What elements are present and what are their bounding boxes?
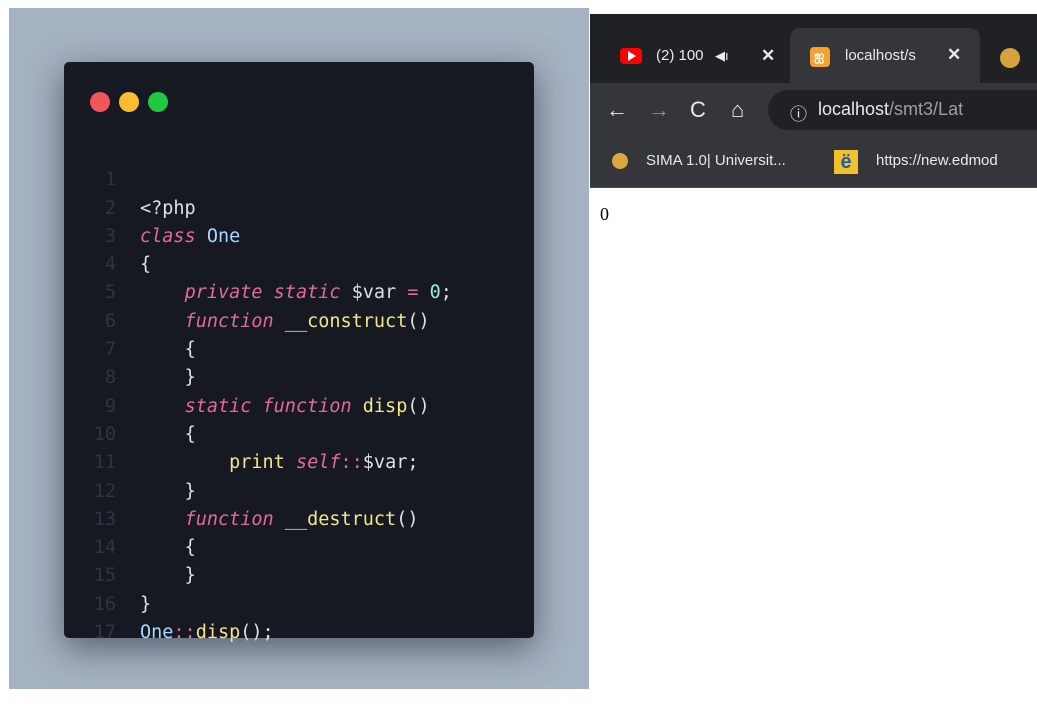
code-line: 11 } [64,421,534,501]
tab-localhost[interactable]: ஐ localhost/s ✕ [790,28,980,83]
bookmark-label: SIMA 1.0| Universit... [646,152,786,169]
sima-icon [1000,48,1020,68]
function-name: disp [195,622,241,644]
audio-playing-icon[interactable]: ◀ı [715,48,729,64]
back-arrow-icon[interactable]: ← [606,97,628,123]
code-line: 10 print self::$var; [64,393,534,473]
code-window: 1 <?php 2 class One 3 { 4 private static… [64,62,534,643]
operator: :: [173,622,196,644]
close-dot-icon [90,92,110,112]
close-tab-icon[interactable]: ✕ [761,46,775,66]
tab-strip: (2) 100 ◀ı ✕ ஐ localhost/s ✕ [590,14,1037,83]
site-info-icon[interactable]: ⓘ [790,100,807,125]
code-line: 13 { [64,478,534,558]
url-path: /smt3/Lat [889,99,964,119]
minimize-dot-icon [119,92,139,112]
code-line: 12 function __destruct() [64,449,534,530]
code-line: 9 { [64,364,534,445]
code-line: 14 } [64,506,534,586]
reload-icon[interactable]: C [690,97,706,123]
maximize-dot-icon [148,92,168,112]
code-screenshot-background: 1 <?php 2 class One 3 { 4 private static… [9,8,589,689]
parens: (); [240,622,274,644]
code-block: 1 <?php 2 class One 3 { 4 private static… [64,138,534,643]
code-line: 1 <?php [64,138,534,218]
code-line: 4 private static $var = 0; [64,223,534,303]
bookmarks-bar: SIMA 1.0| Universit... ë https://new.edm… [590,137,1037,188]
code-line: 15 } [64,534,534,614]
tab-youtube[interactable]: (2) 100 ◀ı ✕ [590,14,790,83]
browser-toolbar: ← → C ⌂ ⓘ localhost/smt3/Lat [590,83,1037,137]
url-host: localhost [818,99,890,119]
browser-window: (2) 100 ◀ı ✕ ஐ localhost/s ✕ ← → C ⌂ ⓘ l… [590,14,1037,689]
php-output-text: 0 [600,204,609,224]
code-line: 5 function __construct() [64,251,534,331]
code-line: 6 { [64,279,534,360]
home-icon[interactable]: ⌂ [731,97,744,123]
bookmark-label: https://new.edmod [876,152,998,169]
url-text[interactable]: localhost/smt3/Lat [818,99,963,120]
sima-icon [612,153,628,169]
play-icon [628,51,636,61]
tab-title: localhost/s [845,47,916,64]
xampp-logo-icon: ஐ [814,48,825,63]
edmodo-icon: ë [834,150,858,174]
address-bar[interactable]: ⓘ localhost/smt3/Lat [768,90,1037,130]
forward-arrow-icon[interactable]: → [648,97,670,123]
code-line: 2 class One [64,166,534,247]
code-line: 8 static function disp() [64,336,534,416]
page-content: 0 [590,188,1037,689]
code-line: 16 One::disp(); [64,562,534,643]
close-tab-icon[interactable]: ✕ [947,45,961,65]
tab-sima[interactable] [982,14,1037,83]
code-line: 7 } [64,308,534,388]
tab-title: (2) 100 [656,47,704,64]
line-number: 17 [93,622,116,644]
code-line: 3 { [64,195,534,275]
code-line: 17 [64,591,534,643]
